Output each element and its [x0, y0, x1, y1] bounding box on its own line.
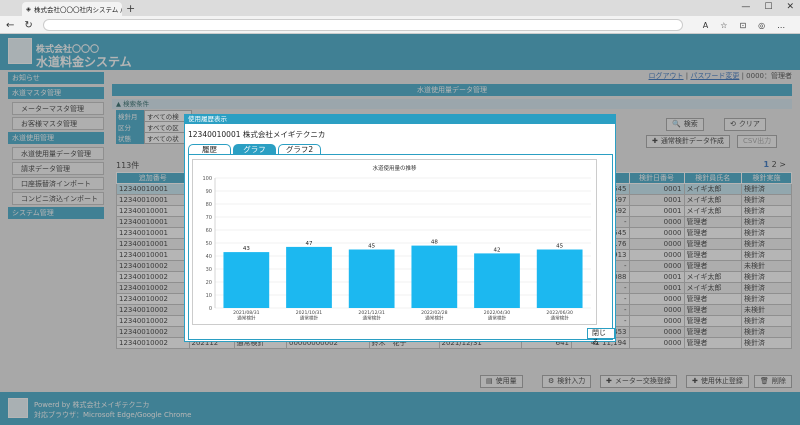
x-tick-label-sub: 通常検針 — [425, 315, 444, 322]
x-tick-label: 2022/04/30 — [484, 310, 511, 316]
bar-value-label: 45 — [556, 244, 563, 250]
tab-history[interactable]: 履歴 — [188, 144, 231, 154]
bar — [411, 245, 458, 308]
close-window-icon[interactable]: ✕ — [786, 2, 794, 12]
bar-value-label: 47 — [306, 241, 313, 247]
maximize-icon[interactable]: ☐ — [764, 2, 772, 12]
collections-icon[interactable]: ⊡ — [739, 21, 746, 30]
y-tick-label: 90 — [206, 189, 212, 195]
y-tick-label: 70 — [206, 215, 212, 221]
y-tick-label: 50 — [206, 241, 212, 247]
x-tick-label-sub: 通常検針 — [362, 315, 381, 322]
address-bar[interactable] — [42, 19, 683, 31]
y-tick-label: 30 — [206, 267, 212, 273]
favicon-icon: ◈ — [26, 5, 31, 13]
y-tick-label: 60 — [206, 228, 212, 234]
browser-toolbar: A ☆ ⊡ ◎ … — [703, 21, 785, 30]
browser-chrome: ◈ 株式会社〇〇〇社内システム / 水道 × + — ☐ ✕ ← ↻ A ☆ ⊡… — [0, 0, 800, 34]
bar-value-label: 42 — [494, 247, 501, 253]
new-tab-button[interactable]: + — [126, 2, 135, 15]
x-tick-label-sub: 通常検針 — [550, 315, 569, 322]
x-tick-label-sub: 通常検針 — [300, 315, 319, 322]
usage-chart: 水道使用量の推移 0 10 20 30 40 50 60 70 80 90 100 43 2021/08/… — [192, 159, 597, 325]
dialog-tabs: 履歴 グラフ グラフ2 — [188, 144, 321, 154]
x-tick-label: 2021/08/31 — [233, 310, 260, 316]
menu-icon[interactable]: … — [777, 21, 785, 30]
usage-history-dialog: 使用履歴表示 12340010001 株式会社メイギテクニカ 履歴 グラフ グラ… — [184, 114, 616, 346]
tab-graph2[interactable]: グラフ2 — [278, 144, 321, 154]
x-tick-label-sub: 通常検針 — [488, 315, 507, 322]
nav-bar: ← ↻ A ☆ ⊡ ◎ … — [0, 16, 800, 34]
x-tick-label: 2021/12/31 — [358, 310, 385, 316]
y-tick-label: 20 — [206, 280, 212, 286]
bar — [536, 249, 583, 308]
dialog-title: 使用履歴表示 — [185, 115, 615, 124]
bar-value-label: 48 — [431, 240, 438, 246]
close-button[interactable]: 閉じる — [587, 328, 615, 346]
x-tick-label-sub: 通常検針 — [237, 315, 256, 322]
bar-value-label: 43 — [243, 246, 250, 252]
dialog-customer: 12340010001 株式会社メイギテクニカ — [188, 130, 326, 139]
bar — [223, 252, 270, 308]
tab-bar: ◈ 株式会社〇〇〇社内システム / 水道 × + — ☐ ✕ — [0, 0, 800, 16]
refresh-icon[interactable]: ↻ — [24, 20, 32, 31]
tab-title: 株式会社〇〇〇社内システム / 水道 — [34, 6, 122, 14]
y-tick-label: 100 — [202, 176, 212, 182]
browser-tab[interactable]: ◈ 株式会社〇〇〇社内システム / 水道 × — [22, 2, 122, 16]
tab-graph[interactable]: グラフ — [233, 144, 276, 154]
x-tick-label: 2022/02/28 — [421, 310, 448, 316]
bar-value-label: 45 — [368, 244, 375, 250]
bar — [286, 246, 332, 308]
y-tick-label: 40 — [206, 254, 212, 260]
bar — [474, 253, 520, 308]
chart-title: 水道使用量の推移 — [372, 164, 417, 172]
minimize-icon[interactable]: — — [741, 2, 750, 12]
read-aloud-icon[interactable]: A — [703, 21, 708, 30]
y-tick-label: 10 — [206, 293, 212, 299]
x-tick-label: 2021/10/31 — [296, 310, 323, 316]
back-icon[interactable]: ← — [6, 20, 14, 31]
window-controls: — ☐ ✕ — [741, 2, 794, 12]
y-tick-label: 80 — [206, 202, 212, 208]
x-tick-label: 2022/06/30 — [546, 310, 573, 316]
usage-chart-svg: 水道使用量の推移 0 10 20 30 40 50 60 70 80 90 100 43 2021/08/… — [202, 164, 591, 322]
y-tick-label: 0 — [209, 306, 212, 312]
bar — [348, 249, 395, 308]
profile-icon[interactable]: ◎ — [758, 21, 765, 30]
favorite-icon[interactable]: ☆ — [720, 21, 727, 30]
